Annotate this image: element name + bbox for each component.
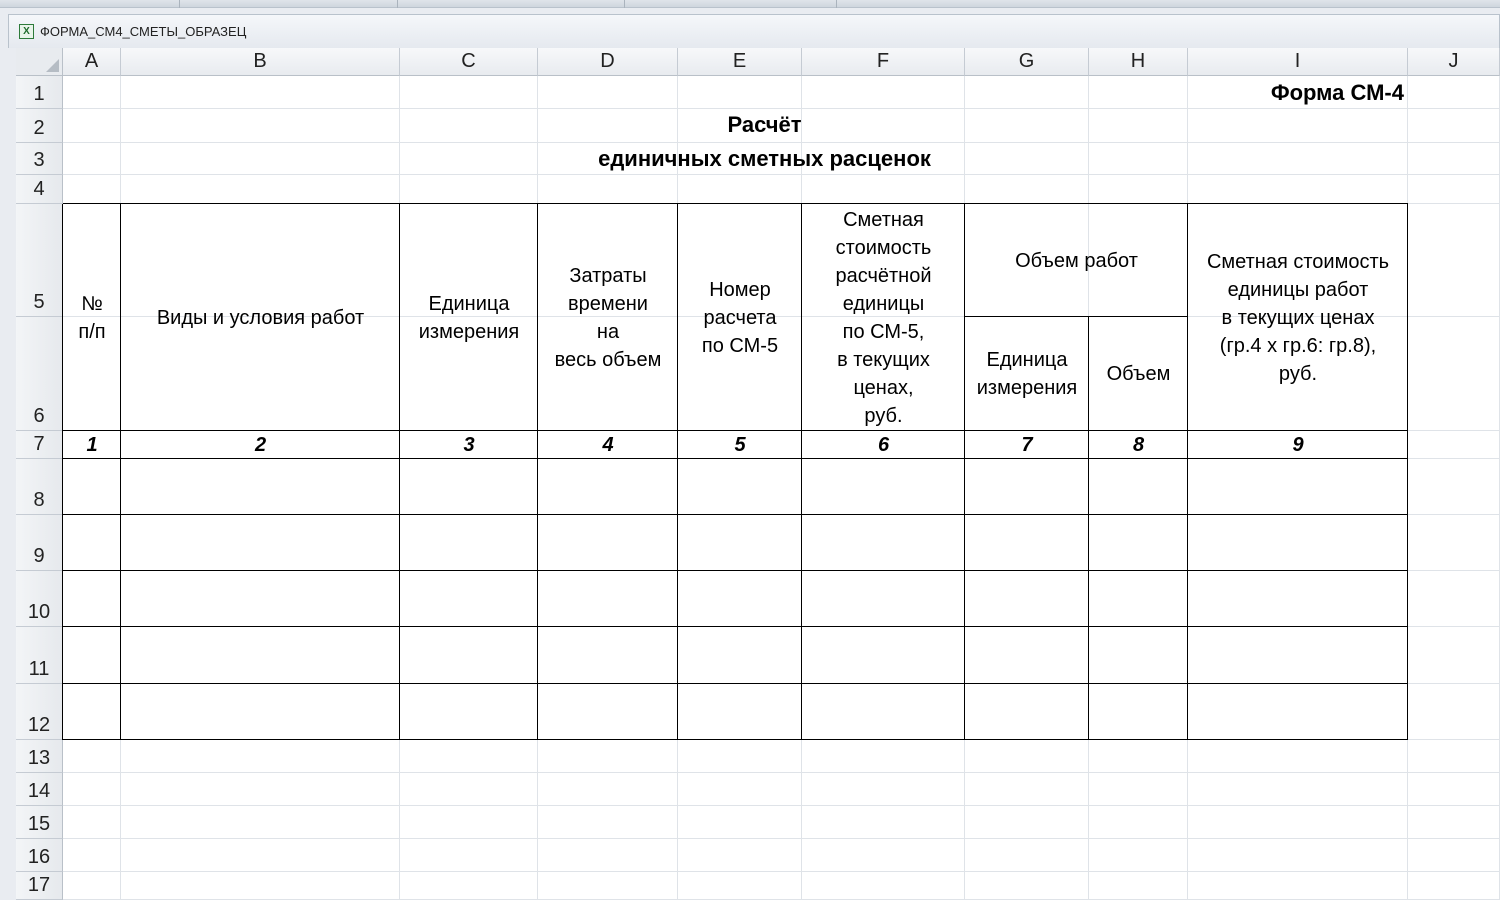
header-volume-group: Объем работ bbox=[965, 204, 1188, 317]
header-text: Сметная стоимость единицы работ в текущи… bbox=[1206, 250, 1390, 385]
row-header-14[interactable]: 14 bbox=[16, 773, 63, 806]
gridline-horizontal bbox=[63, 772, 1500, 773]
column-header-f[interactable]: F bbox=[802, 48, 965, 76]
column-header-a[interactable]: A bbox=[63, 48, 121, 76]
select-all-icon bbox=[46, 59, 59, 72]
column-number-2: 2 bbox=[254, 434, 267, 456]
column-number-1: 1 bbox=[86, 434, 98, 456]
spreadsheet-grid[interactable]: ABCDEFGHIJ 1 2 3 4 5 6 7 8 9 10 11 12 13 14 15 16 17 Фор… bbox=[16, 48, 1500, 900]
row-header-12[interactable]: 12 bbox=[16, 684, 63, 740]
header-text: Номер расчета по СМ-5 bbox=[701, 278, 779, 357]
header-text: Объем bbox=[1106, 363, 1171, 385]
row-header-9[interactable]: 9 bbox=[16, 515, 63, 571]
header-calc-number: Номер расчета по СМ-5 bbox=[678, 204, 802, 431]
column-number-3: 3 bbox=[463, 434, 475, 456]
column-number-7: 7 bbox=[1021, 434, 1033, 456]
column-header-h[interactable]: H bbox=[1089, 48, 1188, 76]
form-label: Форма СМ-4 bbox=[1270, 80, 1404, 105]
header-volume-amount: Объем bbox=[1089, 317, 1188, 431]
header-text: Затраты времени на весь объем bbox=[554, 264, 662, 371]
row-header-13[interactable]: 13 bbox=[16, 740, 63, 773]
gridline-horizontal bbox=[63, 871, 1500, 872]
table-border-horizontal bbox=[63, 570, 1408, 571]
column-header-g[interactable]: G bbox=[965, 48, 1089, 76]
header-volume-unit: Единица измерения bbox=[965, 317, 1089, 431]
table-border-horizontal bbox=[63, 626, 1408, 627]
column-header-c[interactable]: C bbox=[400, 48, 538, 76]
workbook-tab[interactable] bbox=[0, 0, 180, 8]
workbook-title: ФОРМА_СМ4_СМЕТЫ_ОБРАЗЕЦ bbox=[40, 24, 247, 39]
workbook-tab[interactable] bbox=[398, 0, 625, 8]
table-border-horizontal bbox=[63, 683, 1408, 684]
row-header-17[interactable]: 17 bbox=[16, 872, 63, 900]
header-text: Сметная стоимость расчётной единицы по С… bbox=[835, 208, 932, 427]
column-number-4: 4 bbox=[602, 434, 614, 456]
row-header-8[interactable]: 8 bbox=[16, 459, 63, 515]
document-subtitle: единичных сметных расценок bbox=[598, 146, 931, 171]
column-header-i[interactable]: I bbox=[1188, 48, 1408, 76]
row-header-10[interactable]: 10 bbox=[16, 571, 63, 627]
column-number-6: 6 bbox=[877, 434, 890, 456]
row-header-5[interactable]: 5 bbox=[16, 204, 63, 317]
column-header-d[interactable]: D bbox=[538, 48, 678, 76]
row-header-1[interactable]: 1 bbox=[16, 76, 63, 109]
column-number-9: 9 bbox=[1292, 434, 1304, 456]
row-header-16[interactable]: 16 bbox=[16, 839, 63, 872]
header-text: Единица измерения bbox=[976, 349, 1078, 399]
row-header-2[interactable]: 2 bbox=[16, 109, 63, 143]
select-all-button[interactable] bbox=[16, 48, 63, 76]
header-work-type: Виды и условия работ bbox=[121, 204, 400, 431]
header-unit-cost: Сметная стоимость единицы работ в текущи… bbox=[1188, 204, 1408, 431]
row-header-4[interactable]: 4 bbox=[16, 175, 63, 204]
header-estimated-cost: Сметная стоимость расчётной единицы по С… bbox=[802, 204, 965, 431]
workbook-tab-strip bbox=[0, 0, 1500, 8]
header-text: Единица измерения bbox=[418, 292, 520, 343]
column-number-5: 5 bbox=[734, 434, 746, 456]
header-text: Объем работ bbox=[1015, 249, 1138, 272]
excel-window: X ФОРМА_СМ4_СМЕТЫ_ОБРАЗЕЦ ABCDEFGHIJ 123… bbox=[0, 0, 1500, 900]
table-border-horizontal bbox=[63, 514, 1408, 515]
workbook-tab[interactable] bbox=[180, 0, 398, 8]
workbook-title-bar[interactable]: X ФОРМА_СМ4_СМЕТЫ_ОБРАЗЕЦ bbox=[8, 14, 1500, 48]
header-text: № п/п bbox=[78, 292, 106, 343]
header-text: Виды и условия работ bbox=[156, 306, 365, 329]
column-header-b[interactable]: B bbox=[121, 48, 400, 76]
row-header-6[interactable]: 6 bbox=[16, 317, 63, 431]
row-header-11[interactable]: 11 bbox=[16, 627, 63, 684]
header-row-number: № п/п bbox=[63, 204, 121, 431]
header-time-cost: Затраты времени на весь объем bbox=[538, 204, 678, 431]
column-header-j[interactable]: J bbox=[1408, 48, 1500, 76]
column-number-8: 8 bbox=[1132, 434, 1145, 456]
gridline-horizontal bbox=[63, 805, 1500, 806]
column-header-e[interactable]: E bbox=[678, 48, 802, 76]
header-unit: Единица измерения bbox=[400, 204, 538, 431]
row-header-3[interactable]: 3 bbox=[16, 143, 63, 175]
workbook-tab[interactable] bbox=[625, 0, 837, 8]
table-border-horizontal bbox=[63, 739, 1408, 740]
document-title: Расчёт bbox=[727, 112, 802, 137]
excel-workbook-icon: X bbox=[19, 24, 34, 39]
gridline-horizontal bbox=[63, 838, 1500, 839]
row-header-15[interactable]: 15 bbox=[16, 806, 63, 839]
row-header-7[interactable]: 7 bbox=[16, 431, 63, 459]
